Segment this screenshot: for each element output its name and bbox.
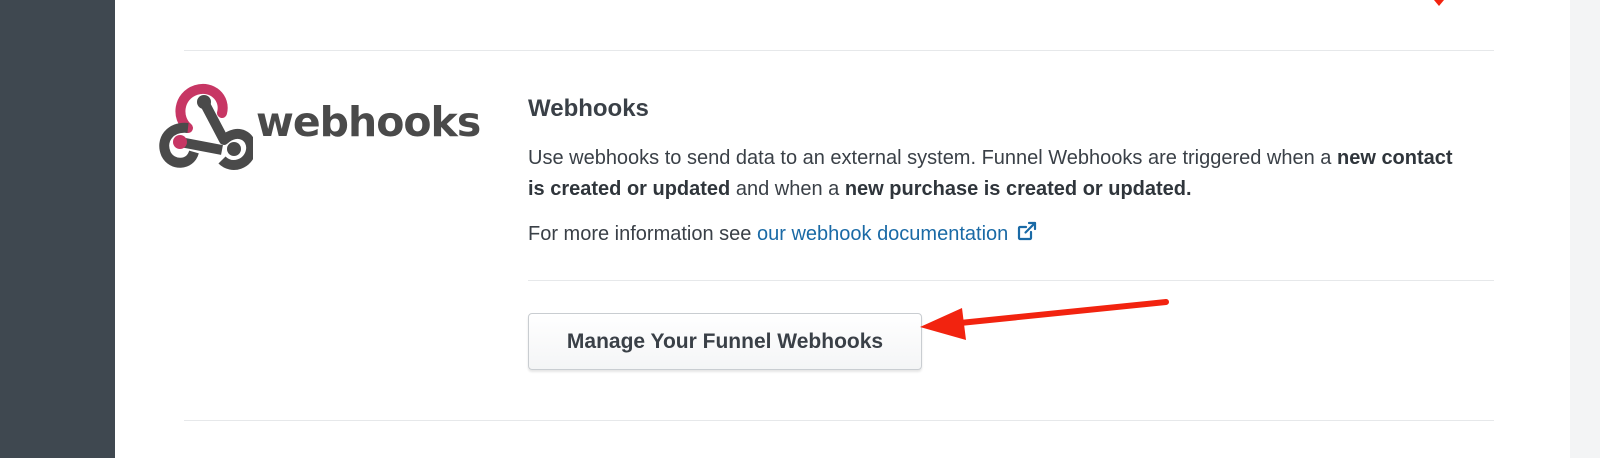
documentation-prefix: For more information see — [528, 223, 757, 245]
description-bold-purchase: new purchase is created or updated. — [844, 178, 1192, 200]
annotation-arrow-tip-partial — [1434, 0, 1444, 6]
section-divider-mid — [528, 280, 1494, 281]
left-sidebar — [0, 0, 115, 458]
description-text-2: and when a — [730, 178, 845, 200]
section-divider-bottom — [184, 420, 1494, 421]
manage-funnel-webhooks-button[interactable]: Manage Your Funnel Webhooks — [528, 313, 922, 370]
description-text-1: Use webhooks to send data to an external… — [528, 147, 1337, 169]
right-gutter — [1570, 0, 1600, 458]
webhooks-logo: webhooks — [158, 82, 481, 172]
webhooks-logo-icon — [159, 83, 253, 170]
section-divider-top — [184, 50, 1494, 51]
webhook-documentation-link[interactable]: our webhook documentation — [757, 223, 1008, 245]
external-link-icon[interactable] — [1016, 220, 1038, 242]
documentation-info: For more information see our webhook doc… — [528, 219, 1038, 249]
section-description: Use webhooks to send data to an external… — [528, 143, 1468, 205]
webhooks-logo-wordmark: webhooks — [256, 98, 481, 146]
section-title: Webhooks — [528, 95, 649, 122]
annotation-arrow — [920, 299, 1169, 340]
